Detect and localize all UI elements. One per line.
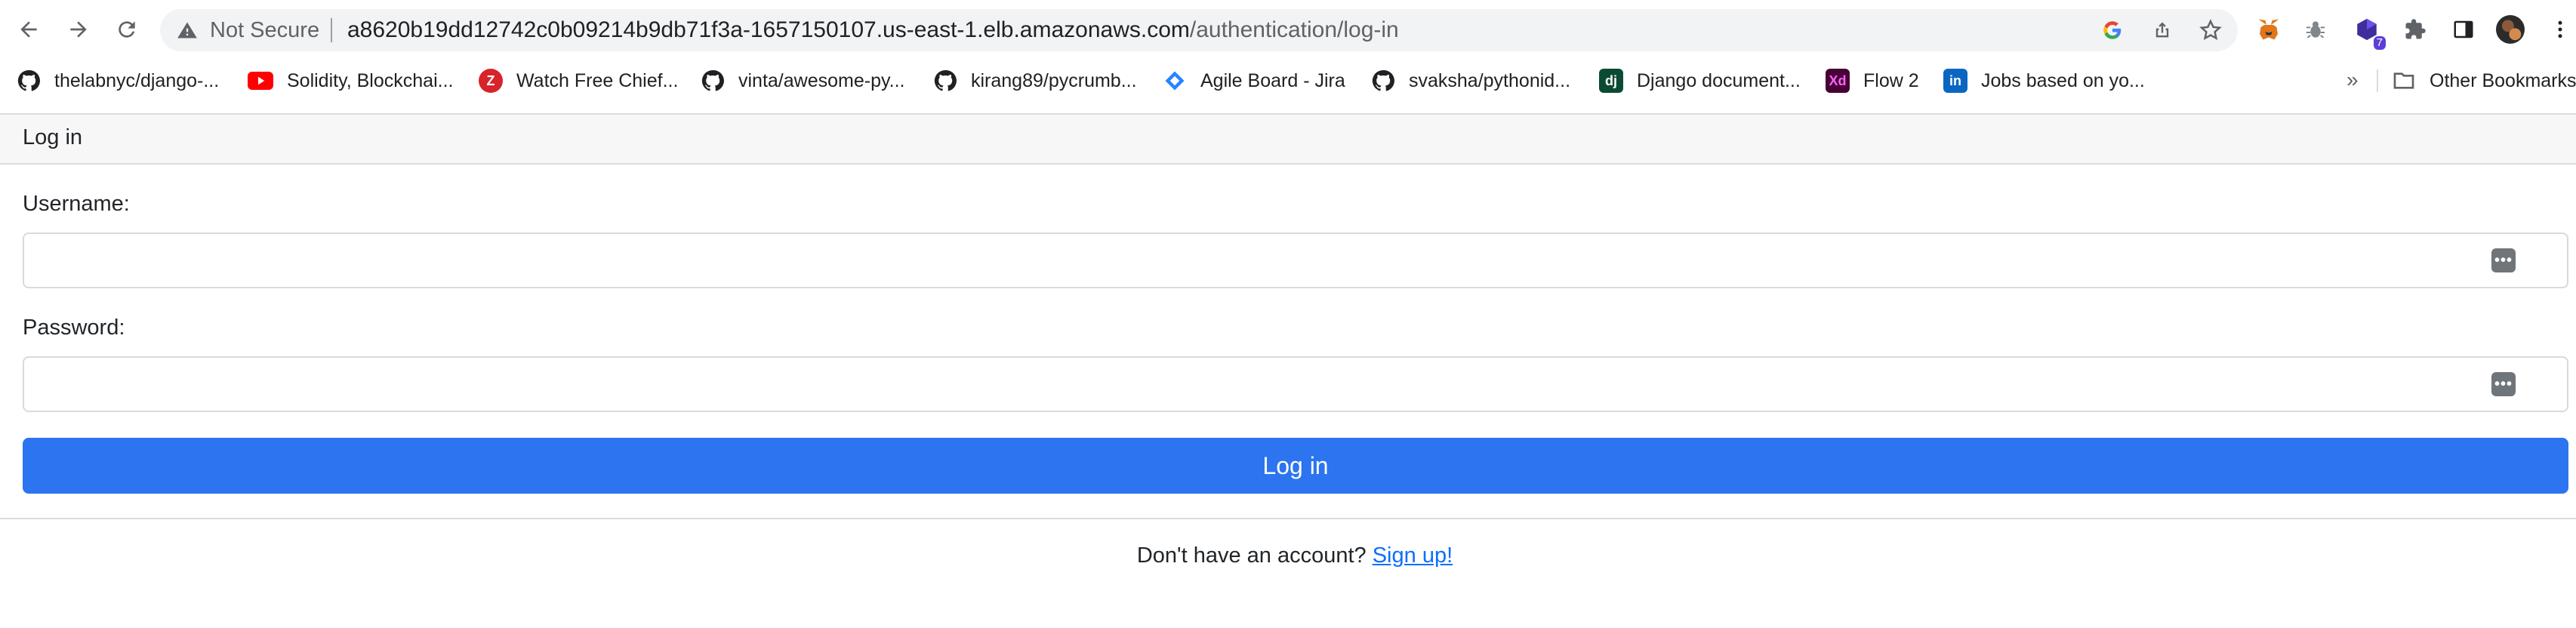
side-panel-icon[interactable] [2449, 15, 2478, 44]
forward-button[interactable] [63, 14, 94, 45]
bookmark-label: Flow 2 [1863, 69, 1919, 91]
bookmark-label: kirang89/pycrumb... [971, 69, 1137, 91]
github-icon [701, 69, 725, 93]
other-bookmarks-folder[interactable]: Other Bookmarks [2392, 66, 2576, 96]
url-text[interactable]: a8620b19dd12742c0b09214b9db71f3a-1657150… [347, 18, 1399, 42]
bookmark-label: svaksha/pythonid... [1409, 69, 1571, 91]
adobe-xd-icon: Xd [1826, 69, 1850, 93]
bookmark-item[interactable]: Xd Flow 2 [1826, 66, 1919, 96]
bookmark-item[interactable]: in Jobs based on yo... [1943, 66, 2145, 96]
url-host: a8620b19dd12742c0b09214b9db71f3a-1657150… [347, 17, 1190, 42]
metamask-fox-icon[interactable] [2254, 15, 2283, 44]
password-manager-icon[interactable]: ••• [2491, 248, 2516, 272]
password-label: Password: [23, 316, 125, 340]
bookmark-item[interactable]: Z Watch Free Chief... [479, 66, 678, 96]
folder-icon [2393, 72, 2414, 89]
reload-button[interactable] [112, 14, 142, 45]
bug-icon[interactable] [2301, 15, 2330, 44]
reload-icon [119, 21, 135, 38]
password-manager-icon[interactable]: ••• [2491, 372, 2516, 396]
login-submit-button[interactable]: Log in [23, 438, 2568, 494]
address-bar[interactable]: Not Secure a8620b19dd12742c0b09214b9db71… [160, 9, 2238, 51]
github-icon [1371, 69, 1395, 93]
extension-badge: 7 [2373, 36, 2386, 50]
bookmark-label: Solidity, Blockchai... [287, 69, 454, 91]
google-lens-icon[interactable] [2100, 18, 2125, 42]
linkedin-icon: in [1943, 69, 1967, 93]
github-icon [933, 69, 957, 93]
bookmark-label: vinta/awesome-py... [738, 69, 905, 91]
url-path: /authentication/log-in [1189, 17, 1399, 42]
back-button[interactable] [14, 14, 44, 45]
jira-icon [1163, 69, 1187, 93]
username-label: Username: [23, 192, 130, 216]
profile-avatar[interactable] [2496, 15, 2525, 44]
bookmark-label: thelabnyc/django-... [54, 69, 220, 91]
red-z-icon: Z [479, 69, 503, 93]
bookmark-item[interactable]: kirang89/pycrumb... [933, 66, 1137, 96]
card-title: Log in [23, 125, 83, 149]
browser-toolbar: Not Secure a8620b19dd12742c0b09214b9db71… [0, 0, 2576, 59]
username-input[interactable] [23, 232, 2568, 288]
signup-link[interactable]: Sign up! [1373, 543, 1453, 568]
bookmark-item[interactable]: vinta/awesome-py... [701, 66, 904, 96]
bookmark-label: Agile Board - Jira [1200, 69, 1345, 91]
cube-extension-icon[interactable]: 7 [2353, 15, 2386, 50]
kebab-menu-icon[interactable] [2546, 15, 2574, 44]
arrow-left-icon [20, 21, 37, 38]
signup-prompt: Don't have an account? Sign up! [0, 543, 2576, 568]
bookmark-item[interactable]: thelabnyc/django-... [17, 66, 219, 96]
password-input[interactable] [23, 356, 2568, 412]
bookmarks-bar: thelabnyc/django-... Solidity, Blockchai… [0, 59, 2576, 103]
bookmark-label: Jobs based on yo... [1981, 69, 2145, 91]
bookmarks-overflow-button[interactable]: » [2346, 68, 2359, 92]
bookmark-item[interactable]: Agile Board - Jira [1163, 66, 1345, 96]
other-bookmarks-label: Other Bookmarks [2430, 69, 2576, 91]
star-bookmark-icon[interactable] [2199, 18, 2223, 42]
bookmark-label: Django document... [1637, 69, 1801, 91]
page-content: Log in Username: ••• Password: ••• Log i… [0, 103, 2576, 628]
bookmark-item[interactable]: Solidity, Blockchai... [248, 66, 453, 96]
bookmark-item[interactable]: dj Django document... [1599, 66, 1801, 96]
django-icon: dj [1599, 69, 1623, 93]
bookmarks-separator [2377, 69, 2378, 92]
warning-triangle-icon [177, 22, 197, 38]
arrow-right-icon [70, 21, 87, 38]
card-header: Log in [0, 115, 2576, 165]
address-separator [331, 18, 332, 42]
security-status[interactable]: Not Secure [210, 18, 319, 42]
puzzle-extensions-icon[interactable] [2401, 15, 2430, 44]
youtube-icon [248, 72, 273, 90]
bookmark-label: Watch Free Chief... [516, 69, 679, 91]
share-icon[interactable] [2150, 18, 2174, 42]
login-card: Log in Username: ••• Password: ••• Log i… [0, 113, 2576, 519]
bookmark-item[interactable]: svaksha/pythonid... [1371, 66, 1570, 96]
github-icon [17, 69, 41, 93]
signup-prompt-text: Don't have an account? [1136, 543, 1367, 568]
